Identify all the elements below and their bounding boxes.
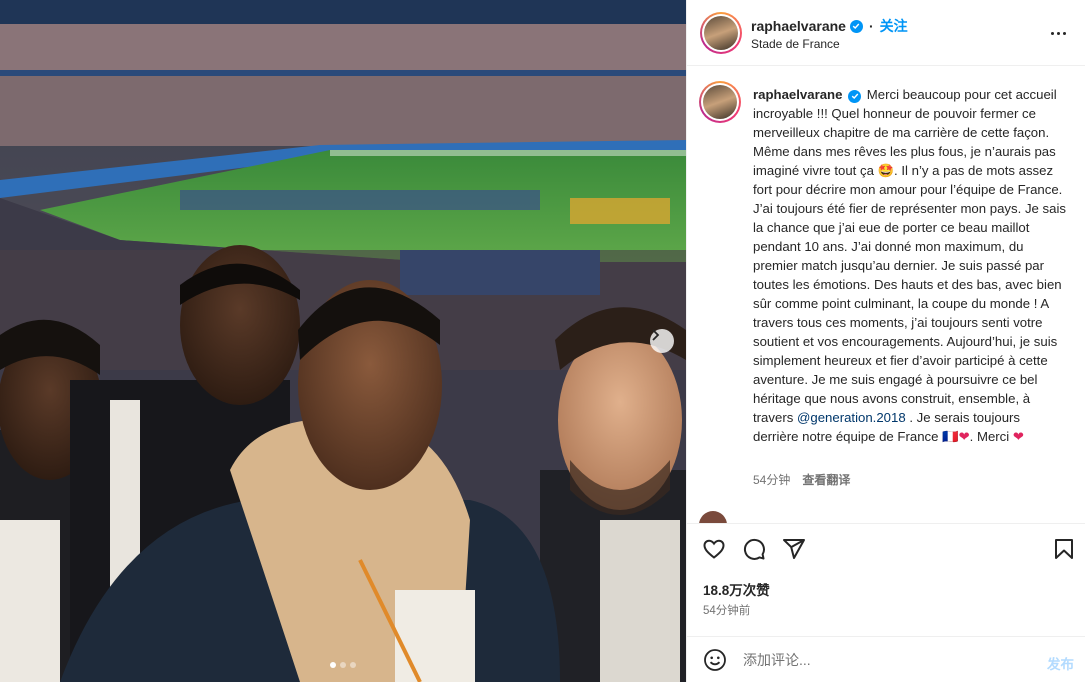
caption-meta: 54分钟 查看翻译 (753, 471, 850, 488)
post-actions: 18.8万次赞 54分钟前 (687, 523, 1085, 631)
carousel-dot-3 (350, 662, 356, 668)
heart-emoji-icon: ❤ (958, 429, 970, 444)
more-options-button[interactable] (1046, 24, 1070, 42)
caption-area: raphaelvarane Merci beaucoup pour cet ac… (687, 67, 1085, 511)
post-header: raphaelvarane · 关注 Stade de France (687, 0, 1085, 66)
carousel-indicator (0, 662, 686, 668)
like-button[interactable] (701, 536, 727, 562)
post-caption: raphaelvarane Merci beaucoup pour cet ac… (753, 85, 1069, 446)
caption-age: 54分钟 (753, 473, 791, 487)
share-button[interactable] (781, 536, 807, 562)
emoji-button[interactable] (703, 648, 727, 672)
heart-emoji-icon-2: ❤ (1012, 429, 1024, 444)
comment-preview-peek (699, 509, 1079, 523)
caption-text-3: . Merci (969, 429, 1013, 444)
caption-text: Merci beaucoup pour cet accueil incroyab… (753, 87, 1066, 425)
save-button[interactable] (1051, 536, 1077, 562)
post-timestamp[interactable]: 54分钟前 (703, 602, 750, 618)
caption-avatar[interactable] (699, 81, 741, 123)
more-options-icon (1050, 31, 1054, 35)
post-side-panel: raphaelvarane · 关注 Stade de France rapha… (686, 0, 1085, 682)
comment-button[interactable] (741, 536, 767, 562)
post-comment-button[interactable]: 发布 (1047, 653, 1074, 673)
comment-composer: 发布 (687, 636, 1085, 682)
carousel-dot-2 (340, 662, 346, 668)
stadium-selfie-image (0, 0, 686, 682)
caption-username[interactable]: raphaelvarane (753, 87, 842, 102)
bookmark-icon (1055, 539, 1073, 559)
carousel-dot-1 (330, 662, 336, 668)
header-username[interactable]: raphaelvarane (751, 18, 846, 34)
comment-input[interactable] (743, 647, 1023, 673)
follow-button[interactable]: 关注 (880, 16, 908, 36)
share-icon (783, 539, 805, 559)
separator-dot: · (868, 18, 874, 34)
see-translation-button[interactable]: 查看翻译 (802, 471, 850, 488)
commenter-avatar[interactable] (699, 511, 727, 523)
comment-icon (743, 538, 765, 560)
verified-badge-icon (849, 19, 863, 33)
caption-mention-link[interactable]: @generation.2018 (797, 410, 906, 425)
verified-badge-icon (848, 89, 862, 103)
likes-count[interactable]: 18.8万次赞 (703, 579, 770, 599)
carousel-next-button[interactable] (650, 329, 674, 353)
chevron-right-icon (652, 329, 660, 341)
avatar[interactable] (700, 12, 742, 54)
post-photo (0, 0, 686, 682)
heart-icon (703, 539, 725, 559)
location-link[interactable]: Stade de France (751, 37, 840, 51)
emoji-icon (704, 649, 726, 671)
